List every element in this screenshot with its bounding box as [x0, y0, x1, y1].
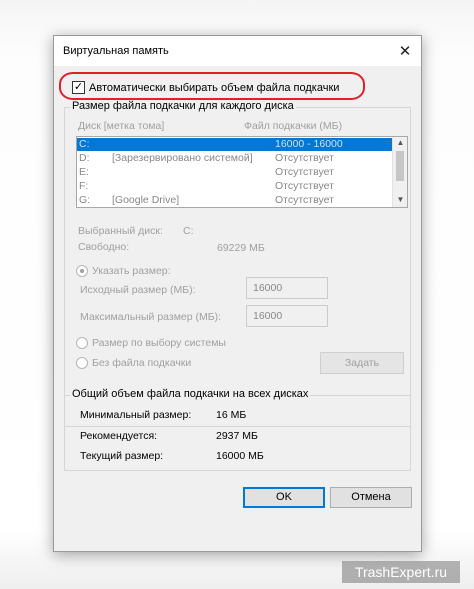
max-size-label: Максимальный размер (МБ): [80, 311, 222, 323]
drive-size: Отсутствует [275, 166, 334, 178]
per-disk-group-title: Размер файла подкачки для каждого диска [70, 100, 296, 112]
no-paging-label[interactable]: Без файла подкачки [92, 357, 191, 369]
recommended-label: Рекомендуется: [80, 430, 158, 442]
no-paging-radio[interactable] [76, 357, 88, 369]
drive-size: Отсутствует [275, 180, 334, 192]
recommended-value: 2937 МБ [216, 430, 258, 442]
drive-label: [Зарезервировано системой] [112, 152, 253, 164]
current-size-value: 16000 МБ [216, 450, 264, 462]
system-managed-label[interactable]: Размер по выбору системы [92, 337, 226, 349]
free-space-value: 69229 МБ [217, 242, 265, 254]
drive-letter: E: [79, 166, 89, 178]
initial-size-label: Исходный размер (МБ): [80, 284, 196, 296]
column-size-header: Файл подкачки (МБ) [244, 120, 343, 132]
scroll-up-icon[interactable]: ▲ [393, 137, 407, 149]
title-bar: Виртуальная память ✕ [54, 36, 421, 66]
watermark: TrashExpert.ru [342, 561, 460, 583]
close-icon[interactable]: ✕ [397, 43, 413, 59]
auto-manage-label[interactable]: Автоматически выбирать объем файла подка… [89, 82, 339, 94]
custom-size-radio[interactable] [76, 265, 88, 277]
initial-size-input[interactable]: 16000 [246, 277, 328, 299]
list-item[interactable]: D: [Зарезервировано системой] Отсутствуе… [77, 152, 393, 165]
radio-dot-icon [80, 269, 84, 273]
totals-group-title: Общий объем файла подкачки на всех диска… [70, 388, 311, 400]
auto-manage-checkbox[interactable]: ✓ [72, 81, 85, 94]
scroll-down-icon[interactable]: ▼ [393, 194, 407, 206]
selected-disk-value: C: [183, 225, 194, 237]
drive-size: Отсутствует [275, 152, 334, 164]
drive-letter: F: [79, 180, 89, 192]
list-item[interactable]: C: 16000 - 16000 [77, 138, 393, 151]
column-drive-header: Диск [метка тома] [78, 120, 165, 132]
current-size-label: Текущий размер: [80, 450, 164, 462]
drive-label: [Google Drive] [112, 194, 180, 206]
free-space-label: Свободно: [78, 241, 130, 253]
list-item[interactable]: F: Отсутствует [77, 180, 393, 193]
list-item[interactable]: E: Отсутствует [77, 166, 393, 179]
drive-list[interactable]: C: 16000 - 16000 D: [Зарезервировано сис… [76, 136, 408, 208]
cancel-button[interactable]: Отмена [330, 487, 412, 508]
window-title: Виртуальная память [63, 45, 169, 57]
drive-letter: C: [79, 138, 90, 150]
drive-letter: D: [79, 152, 90, 164]
min-size-label: Минимальный размер: [80, 409, 192, 421]
drive-size: 16000 - 16000 [275, 138, 343, 150]
scroll-thumb[interactable] [396, 151, 404, 181]
drive-letter: G: [79, 194, 91, 206]
list-scrollbar[interactable]: ▲ ▼ [392, 137, 407, 207]
list-item[interactable]: G: [Google Drive] Отсутствует [77, 194, 393, 207]
ok-button[interactable]: OK [243, 487, 325, 508]
system-managed-radio[interactable] [76, 337, 88, 349]
min-size-value: 16 МБ [216, 409, 247, 421]
max-size-input[interactable]: 16000 [246, 305, 328, 327]
set-button[interactable]: Задать [320, 352, 404, 374]
selected-disk-label: Выбранный диск: [78, 225, 163, 237]
custom-size-label[interactable]: Указать размер: [92, 265, 171, 277]
virtual-memory-dialog: Виртуальная память ✕ ✓ Автоматически выб… [53, 35, 422, 552]
drive-size: Отсутствует [275, 194, 334, 206]
